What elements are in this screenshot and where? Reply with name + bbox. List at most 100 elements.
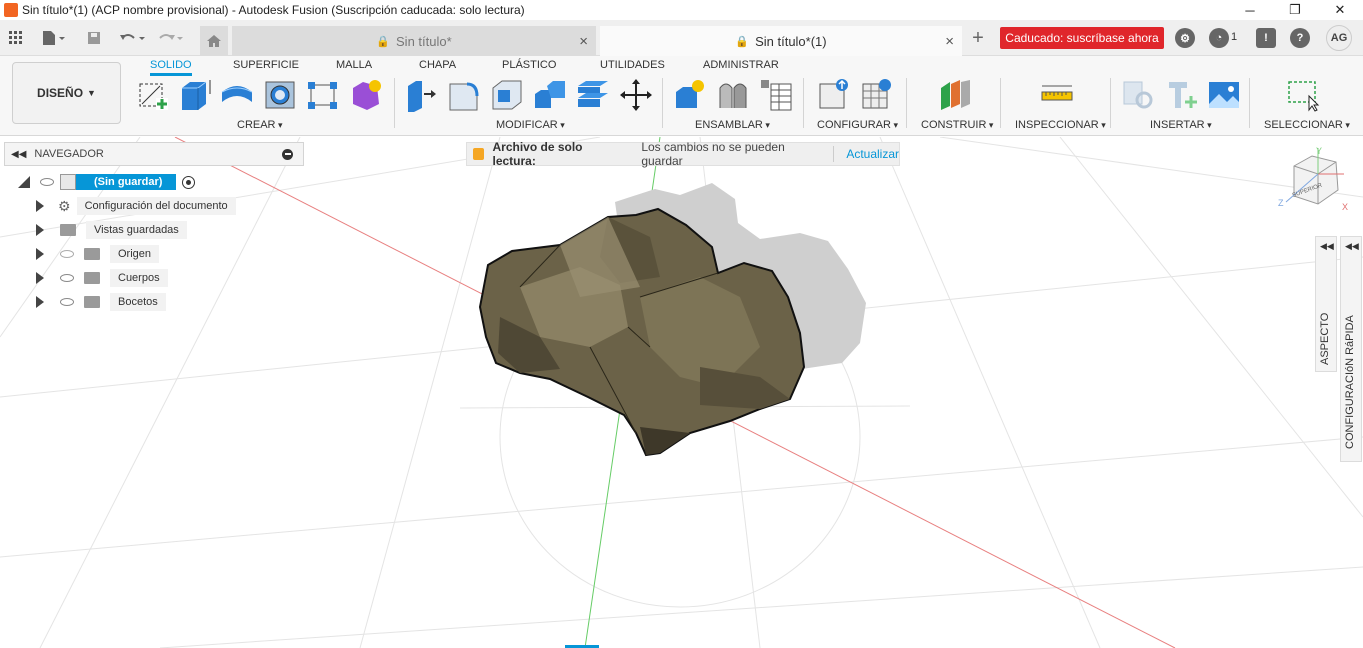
view-cube[interactable]: X Y Z SUPERIOR <box>1276 146 1358 218</box>
file-menu-icon[interactable] <box>38 26 68 50</box>
minimize-button[interactable]: ─ <box>1227 0 1273 20</box>
bill-of-materials-icon[interactable] <box>759 78 793 112</box>
quick-setup-panel[interactable]: ◀◀ CONFIGURACIóN RáPIDA <box>1340 236 1362 462</box>
folder-icon <box>60 224 76 236</box>
navigator-title: NAVEGADOR <box>34 148 104 160</box>
group-crear[interactable]: CREAR <box>237 119 283 131</box>
combine-icon[interactable] <box>533 78 567 112</box>
fillet-icon[interactable] <box>447 78 481 112</box>
new-tab-button[interactable]: + <box>966 26 990 50</box>
update-link[interactable]: Actualizar <box>846 147 899 161</box>
expand-icon[interactable] <box>36 296 44 308</box>
group-insertar[interactable]: INSERTAR <box>1150 119 1212 131</box>
document-icon <box>60 174 76 190</box>
hole-icon[interactable] <box>263 78 297 112</box>
expand-panel-icon[interactable]: ◀◀ <box>1345 241 1359 252</box>
group-seleccionar[interactable]: SELECCIONAR <box>1264 119 1350 131</box>
axis-y-label: Y <box>1316 146 1322 156</box>
insert-mcmaster-icon[interactable] <box>1165 78 1199 112</box>
group-configurar[interactable]: CONFIGURAR <box>817 119 898 131</box>
navigator-item-saved-views[interactable]: Vistas guardadas <box>36 219 187 241</box>
navigator-minimize-icon[interactable] <box>282 148 293 160</box>
group-inspeccionar[interactable]: INSPECCIONAR <box>1015 119 1106 131</box>
expand-icon[interactable] <box>36 272 44 284</box>
tab-superficie[interactable]: SUPERFICIE <box>233 59 299 71</box>
folder-icon <box>84 272 100 284</box>
revolve-icon[interactable] <box>220 78 254 112</box>
create-form-icon[interactable] <box>349 78 383 112</box>
home-tab-icon[interactable] <box>200 26 228 56</box>
apps-grid-icon[interactable] <box>6 26 26 50</box>
collapse-icon[interactable] <box>18 176 30 188</box>
navigator-root[interactable]: (Sin guardar) <box>18 171 196 193</box>
notifications-icon[interactable]: ! <box>1256 28 1276 48</box>
root-label[interactable]: (Sin guardar) <box>76 174 177 190</box>
offset-face-icon[interactable] <box>576 78 610 112</box>
tab-utilidades[interactable]: UTILIDADES <box>600 59 665 71</box>
tab-close-button[interactable]: × <box>579 33 588 50</box>
workspace-design-dropdown[interactable]: DISEÑO ▼ <box>12 62 121 124</box>
title-bar: Sin título*(1) (ACP nombre provisional) … <box>0 0 1363 20</box>
new-component-icon[interactable] <box>673 78 707 112</box>
group-construir[interactable]: CONSTRUIR <box>921 119 993 131</box>
collapse-panel-icon[interactable]: ◀◀ <box>11 149 26 160</box>
measure-icon[interactable] <box>1040 78 1074 112</box>
eye-icon[interactable] <box>60 298 74 306</box>
navigator-item-sketches[interactable]: Bocetos <box>36 291 166 313</box>
save-icon[interactable] <box>84 26 104 50</box>
redo-icon[interactable] <box>154 26 186 50</box>
job-count: 1 <box>1231 31 1238 43</box>
pattern-icon[interactable] <box>306 78 340 112</box>
subscription-expired-button[interactable]: Caducado: suscríbase ahora <box>1000 27 1164 49</box>
eye-icon[interactable] <box>40 178 54 186</box>
tab-plastico[interactable]: PLÁSTICO <box>502 59 556 71</box>
group-ensamblar[interactable]: ENSAMBLAR <box>695 119 770 131</box>
undo-icon[interactable] <box>116 26 148 50</box>
divider <box>394 78 395 128</box>
user-avatar[interactable]: AG <box>1326 25 1352 51</box>
tab-chapa[interactable]: CHAPA <box>419 59 456 71</box>
extrude-icon[interactable] <box>178 78 212 112</box>
navigator-item-origin[interactable]: Origen <box>36 243 160 265</box>
select-window-icon[interactable] <box>1287 78 1321 112</box>
group-modificar[interactable]: MODIFICAR <box>496 119 565 131</box>
restore-button[interactable]: ❐ <box>1272 0 1318 20</box>
navigator-item-document-settings[interactable]: ⚙ Configuración del documento <box>36 195 236 217</box>
tab-sin-titulo[interactable]: 🔒 Sin título* × <box>232 26 596 56</box>
fusion-logo-icon <box>4 3 18 17</box>
tab-solido[interactable]: SOLIDO <box>150 59 192 76</box>
configure-icon[interactable] <box>817 78 851 112</box>
navigator-label: Vistas guardadas <box>86 221 187 239</box>
expand-icon[interactable] <box>36 224 44 236</box>
expand-panel-icon[interactable]: ◀◀ <box>1320 241 1334 252</box>
create-sketch-icon[interactable] <box>136 78 170 112</box>
eye-hidden-icon[interactable] <box>60 250 74 258</box>
extensions-icon[interactable]: ⚙ <box>1175 28 1195 48</box>
divider <box>1000 78 1001 128</box>
configuration-table-icon[interactable] <box>860 78 894 112</box>
appearance-panel[interactable]: ◀◀ ASPECTO <box>1315 236 1337 372</box>
press-pull-icon[interactable] <box>404 78 438 112</box>
close-window-button[interactable]: ✕ <box>1317 0 1363 20</box>
insert-canvas-icon[interactable] <box>1207 78 1241 112</box>
shell-icon[interactable] <box>490 78 524 112</box>
tab-sin-titulo-1[interactable]: 🔒 Sin título*(1) × <box>600 26 962 56</box>
tab-close-button[interactable]: × <box>945 33 954 50</box>
move-icon[interactable] <box>619 78 653 112</box>
help-icon[interactable]: ? <box>1290 28 1310 48</box>
expand-icon[interactable] <box>36 200 44 212</box>
tab-administrar[interactable]: ADMINISTRAR <box>703 59 779 71</box>
tab-malla[interactable]: MALLA <box>336 59 372 71</box>
folder-icon <box>84 248 100 260</box>
expand-icon[interactable] <box>36 248 44 260</box>
joint-icon[interactable] <box>716 78 750 112</box>
construct-plane-icon[interactable] <box>938 78 972 112</box>
job-status-icon[interactable]: ◔ <box>1209 28 1229 48</box>
activate-radio-icon[interactable] <box>182 175 196 189</box>
axis-z-label: Z <box>1278 198 1284 208</box>
navigator-item-bodies[interactable]: Cuerpos <box>36 267 168 289</box>
lock-icon <box>473 148 485 160</box>
insert-derive-icon[interactable] <box>1122 78 1156 112</box>
read-only-message: Los cambios no se pueden guardar <box>641 140 785 168</box>
eye-icon[interactable] <box>60 274 74 282</box>
